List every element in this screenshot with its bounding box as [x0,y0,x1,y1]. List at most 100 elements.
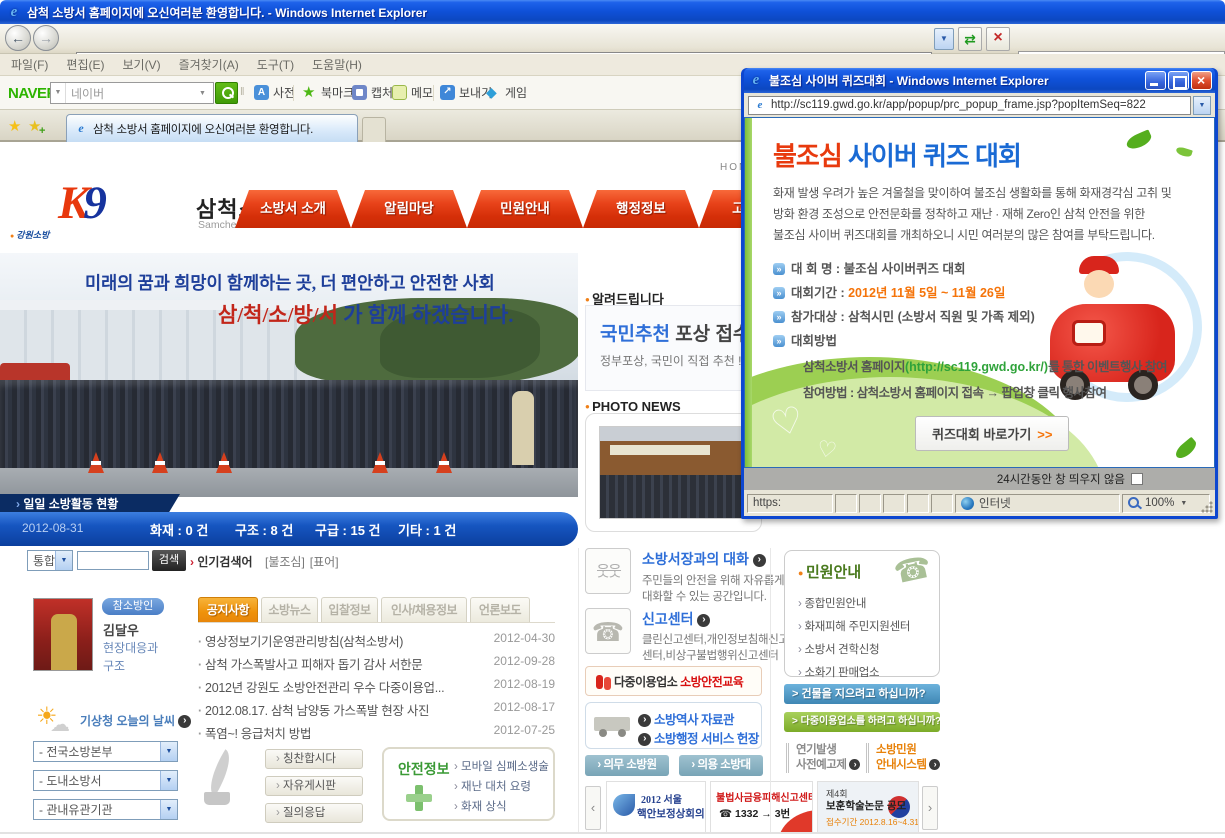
maximize-button[interactable] [1168,71,1189,90]
resize-grip[interactable] [1201,501,1213,513]
popular-search-label: 인기검색어 [190,553,253,570]
notice-row[interactable]: 영상정보기기운영관리방침(삼척소방서)2012-04-30 [198,631,555,653]
nav-tab-civil[interactable]: 민원안내 [467,190,583,228]
nav-tab-news[interactable]: 알림마당 [351,190,467,228]
menu-file[interactable]: 파일(F) [5,56,60,73]
fire-safety-education-banner[interactable]: 다중이용업소 소방안전교육 [585,666,762,696]
fire-history-archive-link[interactable]: 소방역사 자료관 [638,709,734,728]
board-tab-firenews[interactable]: 소방뉴스 [261,597,318,622]
favorites-star-icon[interactable] [8,117,21,135]
smoke-notice-link[interactable]: 연기발생 사전예고제 [786,743,860,773]
select-national-fire-hq[interactable]: - 전국소방본부 [33,741,178,762]
safety-cross-icon [406,785,432,811]
select-province-stations[interactable]: - 도내소방서 [33,770,178,791]
praise-board-button[interactable]: 칭찬합시다 [265,749,363,769]
multi-use-business-cta[interactable]: 다중이용업소를 하려고 하십니까? [784,712,940,732]
naver-search-input[interactable]: 네이버 [66,85,199,102]
photo-news-box[interactable] [585,413,762,532]
menu-help[interactable]: 도움말(H) [306,56,374,73]
menu-view[interactable]: 보기(V) [116,56,172,73]
quiz-popup-window[interactable]: 불조심 사이버 퀴즈대회 - Windows Internet Explorer… [741,68,1218,519]
character-head [1084,270,1114,298]
safety-link-cpr[interactable]: 모바일 심폐소생술 [454,758,549,774]
free-board-button[interactable]: 자유게시판 [265,776,363,796]
status-zoom[interactable]: 100% [1122,494,1210,513]
notice-row[interactable]: 삼척 가스폭발사고 피해자 돕기 감사 서한문2012-09-28 [198,654,555,676]
ad-banner-veterans-paper[interactable]: 제4회 보훈학술논문 공모 접수기간 2012.8.16~4.31 [817,781,919,833]
civil-link-station-tour[interactable]: 소방서 견학신청 [798,641,879,657]
window-titlebar[interactable]: 삼척 소방서 홈페이지에 오신여러분 환영합니다. - Windows Inte… [0,0,1225,24]
minimize-button[interactable] [1145,71,1166,90]
nav-tab-about[interactable]: 소방서 소개 [235,190,351,228]
board-tab-bids[interactable]: 입찰정보 [321,597,378,622]
notice-row[interactable]: 2012년 강원도 소방안전관리 우수 다중이용업...2012-08-19 [198,677,555,699]
photo-news-image[interactable] [599,426,748,519]
popup-address-dropdown-icon[interactable] [1193,96,1211,115]
naver-send-button[interactable]: 보내기 [440,84,492,101]
board-tab-press[interactable]: 언론보도 [470,597,530,622]
naver-game-button[interactable]: 게임 [486,84,527,101]
naver-dict-button[interactable]: 사전 [254,84,295,101]
safety-link-disaster[interactable]: 재난 대처 요령 [454,778,531,794]
close-button[interactable] [1191,71,1212,90]
select-related-orgs[interactable]: - 관내유관기관 [33,799,178,820]
popup-titlebar[interactable]: 불조심 사이버 퀴즈대회 - Windows Internet Explorer [744,68,1215,93]
search-category-select[interactable]: 통합 [27,550,73,571]
popular-term[interactable]: [표어] [310,555,339,569]
ad-banner-nuclear-summit[interactable]: 2012 서울 핵안보정상회의 [606,781,706,833]
volunteer-firefighter-button[interactable]: 의용 소방대 [679,755,763,776]
naver-search-combo[interactable]: 네이버 [50,82,214,104]
banner-prev-button[interactable]: ‹ [585,786,601,830]
safety-info-title: 안전정보 [398,759,450,779]
naver-combo-dropdown-icon[interactable] [199,90,213,97]
naver-search-button[interactable] [215,82,238,104]
browser-tab[interactable]: 삼척 소방서 홈페이지에 오신여러분 환영합니다. [66,114,358,142]
banner-next-button[interactable]: › [922,786,938,830]
civil-link-fire-victim[interactable]: 화재피해 주민지원센터 [798,618,910,634]
site-logo[interactable]: K9 [58,176,107,230]
civil-link-general[interactable]: 종합민원안내 [798,595,866,611]
site-search-input[interactable] [77,551,149,570]
naver-memo-button[interactable]: 메모 [392,84,433,101]
safety-link-fire[interactable]: 화재 상식 [454,798,507,814]
globe-icon [961,497,974,510]
naver-combo-mini-dropdown-icon[interactable] [51,83,66,103]
site-search-button[interactable]: 검색 [152,550,186,571]
popular-term[interactable]: [불조심] [265,555,305,569]
dismiss-checkbox[interactable] [1131,473,1143,485]
civil-link-extinguisher-shops[interactable]: 소화기 판매업소 [798,664,879,680]
list-bullet-icon [773,335,785,347]
stop-button[interactable] [986,27,1010,51]
menu-favorites[interactable]: 즐겨찾기(A) [173,56,251,73]
announce-box[interactable]: 국민추천 포상 접수 정부포상, 국민이 직접 추천 ! [585,305,762,391]
archive-links-box: 소방역사 자료관 소방행정 서비스 헌장 [585,702,762,749]
back-button[interactable] [5,25,31,51]
address-dropdown-button[interactable]: ▼ [934,28,954,50]
refresh-button[interactable] [958,27,982,51]
qna-board-button[interactable]: 질의응답 [265,803,363,823]
building-permit-cta[interactable]: 건물을 지으려고 하십니까? [784,684,940,704]
ad-banner-illegal-finance[interactable]: 불법사금융피해신고센터 ☎ 1332 → 3번 [710,781,813,833]
weather-link[interactable]: 기상청 오늘의 날씨 [80,712,191,729]
naver-bookmark-button[interactable]: 북마크 [302,84,354,101]
fire-service-charter-link[interactable]: 소방행정 서비스 헌장 [638,728,759,747]
menu-tools[interactable]: 도구(T) [251,56,306,73]
board-tab-notice[interactable]: 공지사항 [198,597,258,622]
add-favorite-icon[interactable] [28,117,41,135]
new-tab-stub[interactable] [362,117,386,142]
notice-row[interactable]: 폭염~! 응급처치 방법2012-07-25 [198,723,555,745]
forward-button[interactable] [33,25,59,51]
civil-guide-system-link[interactable]: 소방민원 안내시스템 [866,743,940,773]
report-center-link[interactable]: 신고센터 [642,609,710,629]
homepage-link[interactable]: (http://sc119.gwd.go.kr/) [905,360,1048,374]
menu-edit[interactable]: 편집(E) [60,56,116,73]
popup-address-field[interactable]: http://sc119.gwd.go.kr/app/popup/prc_pop… [748,96,1191,115]
duty-firefighter-button[interactable]: 의무 소방원 [585,755,669,776]
chief-chat-link[interactable]: 소방서장과의 대화 [642,549,766,569]
stat-fire: 화재 : 0 건 [150,520,208,539]
nav-tab-admin[interactable]: 행정정보 [583,190,699,228]
notice-row[interactable]: 2012.08.17. 삼척 남양동 가스폭발 현장 사진2012-08-17 [198,700,555,722]
naver-capture-button[interactable]: 캡처 [352,84,393,101]
board-tab-hr[interactable]: 인사/채용정보 [381,597,467,622]
quiz-go-button[interactable]: 퀴즈대회 바로가기>> [915,416,1069,451]
